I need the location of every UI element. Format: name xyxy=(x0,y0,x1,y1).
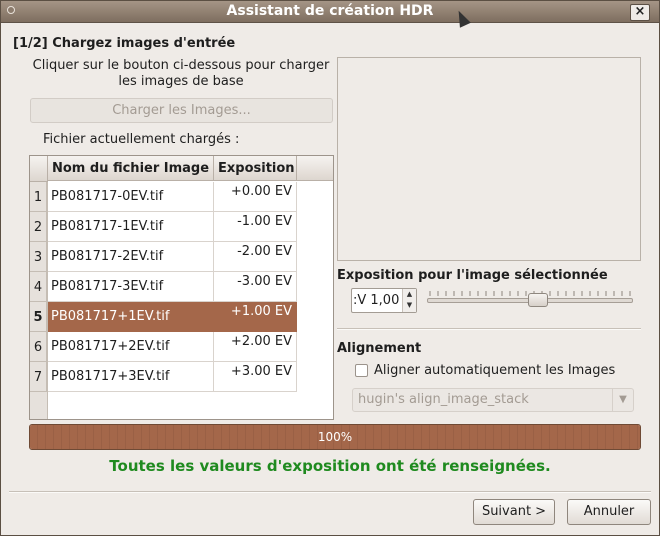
table-row[interactable]: 5 PB081717+1EV.tif +1.00 EV xyxy=(30,302,297,332)
align-method-combo[interactable]: hugin's align_image_stack ▼ xyxy=(352,388,634,412)
cancel-button[interactable]: Annuler xyxy=(567,499,651,525)
row-number[interactable]: 2 xyxy=(30,212,47,242)
auto-align-label[interactable]: Aligner automatiquement les Images xyxy=(374,363,615,378)
image-preview xyxy=(337,57,641,261)
alignment-label: Alignement xyxy=(337,341,422,356)
exposure-value[interactable]: :V 1,00 xyxy=(353,293,399,308)
table-row[interactable]: 4 PB081717-3EV.tif -3.00 EV xyxy=(30,272,297,302)
filename-cell[interactable]: PB081717-2EV.tif xyxy=(48,242,214,272)
status-message: Toutes les valeurs d'exposition ont été … xyxy=(109,457,551,475)
table-row[interactable]: 3 PB081717-2EV.tif -2.00 EV xyxy=(30,242,297,272)
column-header-exposure[interactable]: Exposition xyxy=(214,156,297,181)
chevron-down-icon[interactable]: ▼ xyxy=(612,389,633,411)
exposure-cell[interactable]: +2.00 EV xyxy=(214,332,297,362)
step-title: [1/2] Chargez images d'entrée xyxy=(13,36,236,51)
row-number[interactable]: 6 xyxy=(30,332,47,362)
exposure-cell[interactable]: -1.00 EV xyxy=(214,212,297,242)
column-header-filler xyxy=(297,156,333,181)
auto-align-checkbox[interactable] xyxy=(355,364,368,377)
exposure-cell[interactable]: +3.00 EV xyxy=(214,362,297,392)
table-corner[interactable] xyxy=(30,156,48,182)
close-button[interactable]: × xyxy=(630,4,650,21)
filename-cell[interactable]: PB081717+1EV.tif xyxy=(48,302,214,332)
column-header-filename[interactable]: Nom du fichier Image xyxy=(48,156,214,181)
row-number[interactable]: 1 xyxy=(30,182,47,212)
filename-cell[interactable]: PB081717+2EV.tif xyxy=(48,332,214,362)
row-number[interactable]: 7 xyxy=(30,362,47,392)
exposure-spinbox[interactable]: :V 1,00 ▲ ▼ xyxy=(351,288,417,313)
title-bar[interactable]: Assistant de création HDR × xyxy=(1,1,659,23)
spin-buttons[interactable]: ▲ ▼ xyxy=(402,289,416,312)
exposure-cell[interactable]: -2.00 EV xyxy=(214,242,297,272)
exposure-slider-thumb[interactable] xyxy=(528,293,549,307)
progress-text: 100% xyxy=(317,430,353,444)
next-button[interactable]: Suivant > xyxy=(473,499,555,525)
row-number[interactable]: 4 xyxy=(30,272,47,302)
image-table[interactable]: Nom du fichier Image Exposition 1 PB08171… xyxy=(29,155,334,420)
hdr-wizard-window: Assistant de création HDR × [1/2] Charge… xyxy=(0,0,660,536)
exposure-label: Exposition pour l'image sélectionnée xyxy=(337,268,608,283)
spin-up-icon[interactable]: ▲ xyxy=(403,289,416,300)
table-row[interactable]: 1 PB081717-0EV.tif +0.00 EV xyxy=(30,182,297,212)
table-row[interactable]: 2 PB081717-1EV.tif -1.00 EV xyxy=(30,212,297,242)
row-number[interactable]: 3 xyxy=(30,242,47,272)
filename-cell[interactable]: PB081717-1EV.tif xyxy=(48,212,214,242)
table-row[interactable]: 7 PB081717+3EV.tif +3.00 EV xyxy=(30,362,297,392)
bottom-separator xyxy=(9,491,651,493)
window-title: Assistant de création HDR xyxy=(226,3,434,19)
load-images-button[interactable]: Charger les Images... xyxy=(30,98,333,123)
exposure-cell[interactable]: +1.00 EV xyxy=(214,302,297,332)
loaded-files-label: Fichier actuellement chargés : xyxy=(43,132,240,147)
filename-cell[interactable]: PB081717-3EV.tif xyxy=(48,272,214,302)
exposure-cell[interactable]: -3.00 EV xyxy=(214,272,297,302)
spin-down-icon[interactable]: ▼ xyxy=(403,300,416,311)
separator xyxy=(337,328,641,330)
progress-bar: 100% xyxy=(29,424,641,450)
row-number[interactable]: 5 xyxy=(30,302,47,332)
table-row[interactable]: 6 PB081717+2EV.tif +2.00 EV xyxy=(30,332,297,362)
align-method-value: hugin's align_image_stack xyxy=(358,392,529,407)
filename-cell[interactable]: PB081717-0EV.tif xyxy=(48,182,214,212)
instructions-text: Cliquer sur le bouton ci-dessous pour ch… xyxy=(32,58,330,89)
exposure-cell[interactable]: +0.00 EV xyxy=(214,182,297,212)
filename-cell[interactable]: PB081717+3EV.tif xyxy=(48,362,214,392)
